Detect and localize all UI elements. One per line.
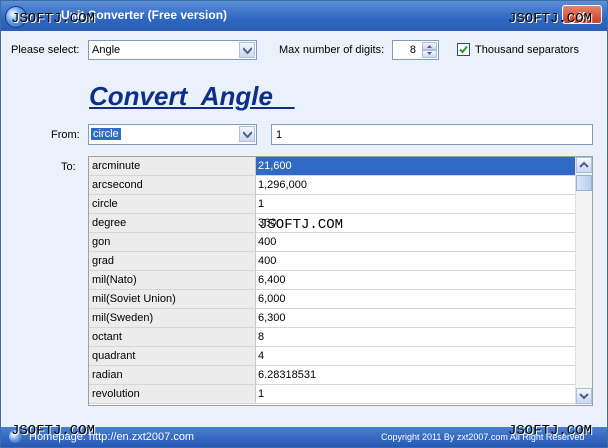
value-cell[interactable]: 8	[256, 328, 575, 347]
table-row[interactable]: gon 400	[89, 233, 575, 252]
vertical-scrollbar[interactable]	[575, 157, 592, 405]
unit-cell: mil(Soviet Union)	[89, 290, 256, 309]
value-cell[interactable]: 4	[256, 347, 575, 366]
watermark: JSOFTJ.COM	[508, 423, 593, 439]
unit-cell: mil(Nato)	[89, 271, 256, 290]
scroll-down-icon[interactable]	[576, 388, 592, 404]
value-cell[interactable]: 21,600	[256, 157, 575, 176]
unit-cell: arcsecond	[89, 176, 256, 195]
max-digits-stepper[interactable]: 8	[392, 40, 439, 60]
value-cell[interactable]: 6,400	[256, 271, 575, 290]
value-cell[interactable]: 1	[256, 385, 575, 404]
max-digits-value: 8	[409, 44, 416, 56]
value-cell[interactable]: 6,000	[256, 290, 575, 309]
spin-down-icon[interactable]	[422, 50, 437, 58]
max-digits-label: Max number of digits:	[279, 44, 385, 56]
table-row[interactable]: arcsecond 1,296,000	[89, 176, 575, 195]
table-row[interactable]: radian 6.28318531	[89, 366, 575, 385]
unit-cell: quadrant	[89, 347, 256, 366]
unit-cell: radian	[89, 366, 256, 385]
scroll-thumb[interactable]	[576, 175, 592, 191]
from-unit-value: circle	[91, 128, 121, 140]
value-cell[interactable]: 400	[256, 252, 575, 271]
table-row[interactable]: circle 1	[89, 195, 575, 214]
from-label: From:	[51, 129, 80, 141]
unit-cell: mil(Sweden)	[89, 309, 256, 328]
unit-cell: arcminute	[89, 157, 256, 176]
chevron-down-icon[interactable]	[239, 42, 255, 58]
watermark: JSOFTJ.COM	[11, 423, 96, 439]
table-row[interactable]: revolution 1	[89, 385, 575, 404]
results-table: arcminute 21,600 arcsecond 1,296,000 circle 1…	[88, 156, 593, 406]
watermark: JSOFTJ.COM	[259, 217, 344, 233]
chevron-down-icon[interactable]	[239, 126, 255, 142]
category-select[interactable]: Angle	[88, 40, 257, 60]
value-cell[interactable]: 1	[256, 195, 575, 214]
unit-cell: octant	[89, 328, 256, 347]
to-label: To:	[61, 161, 76, 173]
watermark: JSOFTJ.COM	[11, 11, 96, 27]
thousand-separators-label: Thousand separators	[475, 44, 579, 56]
table-row[interactable]: mil(Sweden) 6,300	[89, 309, 575, 328]
table-row[interactable]: octant 8	[89, 328, 575, 347]
value-cell[interactable]: 1,296,000	[256, 176, 575, 195]
unit-cell: gon	[89, 233, 256, 252]
table-row[interactable]: mil(Nato) 6,400	[89, 271, 575, 290]
category-label: Please select:	[11, 44, 80, 56]
thousand-separators-checkbox[interactable]	[457, 43, 470, 56]
from-value: 1	[276, 129, 283, 141]
table-row[interactable]: mil(Soviet Union) 6,000	[89, 290, 575, 309]
scroll-up-icon[interactable]	[576, 157, 592, 173]
from-value-input[interactable]: 1	[271, 124, 593, 145]
app-window: Unit Converter (Free version) x Please s…	[0, 0, 608, 448]
page-title: Convert Angle	[89, 81, 295, 111]
value-cell[interactable]: 6,300	[256, 309, 575, 328]
table-row[interactable]: quadrant 4	[89, 347, 575, 366]
watermark: JSOFTJ.COM	[508, 11, 593, 27]
spin-up-icon[interactable]	[422, 42, 437, 50]
value-cell[interactable]: 400	[256, 233, 575, 252]
table-row[interactable]: arcminute 21,600	[89, 157, 575, 176]
unit-cell: circle	[89, 195, 256, 214]
check-icon	[459, 45, 468, 54]
unit-cell: grad	[89, 252, 256, 271]
from-unit-select[interactable]: circle	[88, 124, 257, 145]
value-cell[interactable]: 6.28318531	[256, 366, 575, 385]
unit-cell: degree	[89, 214, 256, 233]
table-row[interactable]: grad 400	[89, 252, 575, 271]
category-value: Angle	[92, 44, 121, 56]
unit-cell: revolution	[89, 385, 256, 404]
